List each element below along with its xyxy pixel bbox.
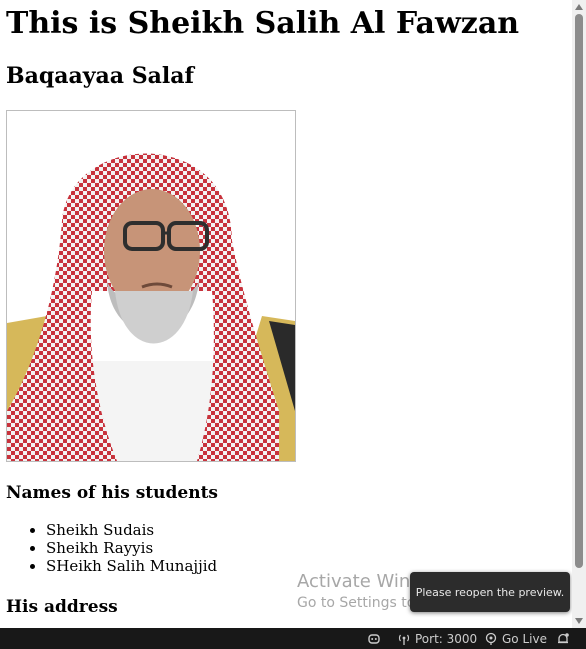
page-title: This is Sheikh Salih Al Fawzan <box>6 6 520 41</box>
page-subtitle: Baqaayaa Salaf <box>6 63 194 89</box>
scroll-down-arrow-icon[interactable] <box>575 618 583 624</box>
students-heading: Names of his students <box>6 483 218 503</box>
address-heading: His address <box>6 597 118 617</box>
student-item: SHeikh Salih Munajjid <box>46 557 217 575</box>
tooltip-text: Please reopen the preview. <box>415 585 565 599</box>
student-item: Sheikh Sudais <box>46 521 217 539</box>
go-live-icon <box>485 632 497 645</box>
go-live-button[interactable]: Go Live <box>484 628 547 649</box>
preview-page: This is Sheikh Salih Al Fawzan Baqaayaa … <box>0 0 572 628</box>
port-status-button[interactable]: Port: 3000 <box>397 628 477 649</box>
notification-bell-icon <box>558 632 569 643</box>
scroll-up-arrow-icon[interactable] <box>575 4 583 10</box>
students-list: Sheikh Sudais Sheikh Rayyis SHeikh Salih… <box>0 521 217 575</box>
reopen-preview-tooltip[interactable]: Please reopen the preview. <box>410 572 570 612</box>
copilot-icon <box>368 633 380 644</box>
status-bar: Port: 3000 Go Live <box>0 628 586 649</box>
port-label: Port: 3000 <box>415 631 478 646</box>
vertical-scrollbar[interactable] <box>572 0 586 628</box>
scrollbar-thumb[interactable] <box>575 14 583 568</box>
broadcast-icon <box>398 634 410 645</box>
portrait-illustration <box>7 111 295 461</box>
notifications-button[interactable] <box>556 628 570 649</box>
go-live-label: Go Live <box>502 631 547 646</box>
copilot-status-button[interactable] <box>367 628 381 649</box>
student-item: Sheikh Rayyis <box>46 539 217 557</box>
sheikh-photo <box>6 110 296 462</box>
